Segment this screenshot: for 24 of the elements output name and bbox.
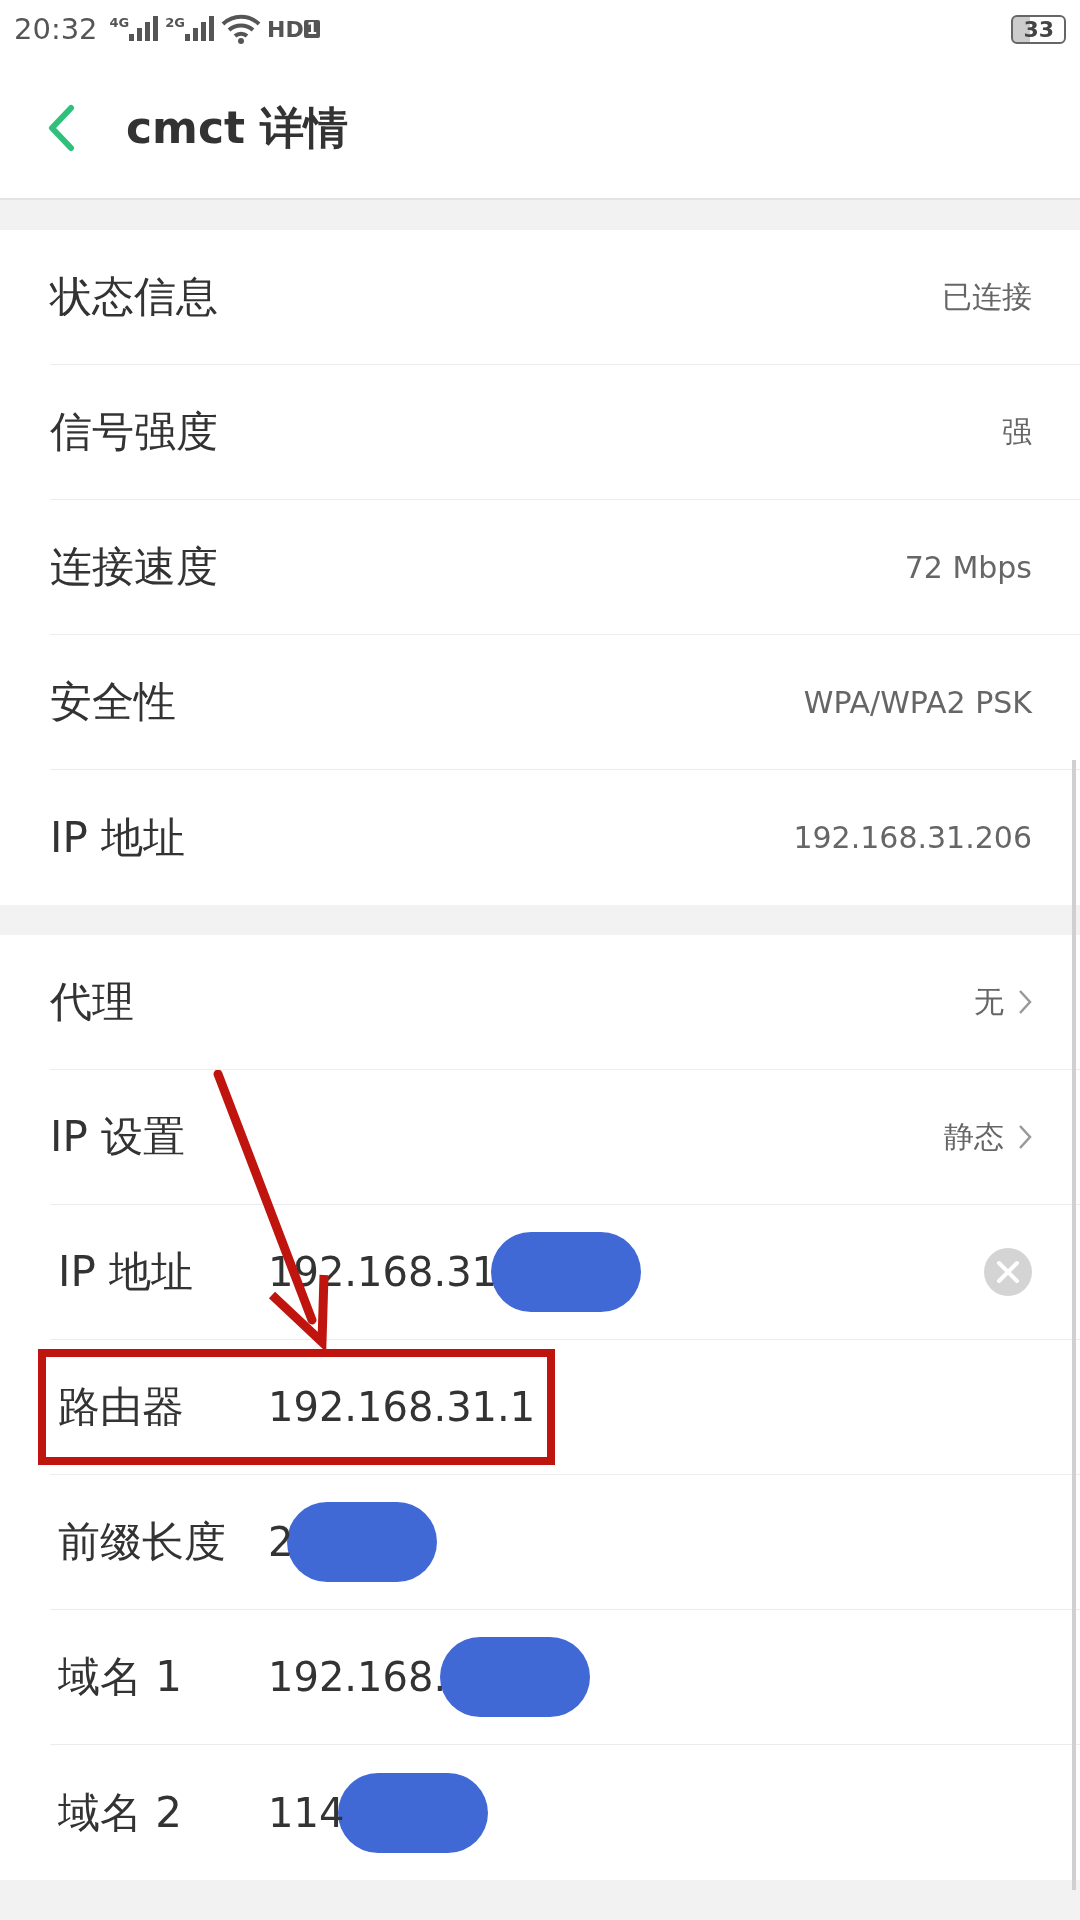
row-label: 信号强度 (50, 406, 218, 458)
field-label: IP 地址 (58, 1246, 195, 1298)
battery-icon: 33 (1011, 14, 1066, 44)
clear-icon[interactable] (984, 1248, 1032, 1296)
chevron-right-icon (1018, 1124, 1032, 1150)
page-title: cmct 详情 (126, 100, 349, 155)
status-time: 20:32 (14, 12, 98, 46)
chevron-right-icon (1018, 989, 1032, 1015)
input-field[interactable]: 192.168.31.1 (268, 1384, 536, 1430)
row-label: 安全性 (50, 676, 176, 728)
row-value: 强 (1002, 412, 1032, 451)
field-label: 路由器 (58, 1381, 185, 1433)
row-label: 状态信息 (50, 271, 218, 323)
row-label: 连接速度 (50, 541, 218, 593)
row-label: IP 地址 (50, 811, 186, 864)
row-value: 192.168.31.206 (793, 820, 1032, 855)
row-value: 72 Mbps (904, 549, 1032, 585)
field-label: 域名 1 (58, 1651, 184, 1703)
field-label: 前缀长度 (58, 1516, 227, 1568)
field-label: 域名 2 (58, 1786, 184, 1839)
row-value: 已连接 (942, 277, 1032, 316)
wifi-icon (221, 14, 261, 44)
row-value: WPA/WPA2 PSK (803, 684, 1032, 720)
back-icon[interactable] (46, 104, 76, 152)
